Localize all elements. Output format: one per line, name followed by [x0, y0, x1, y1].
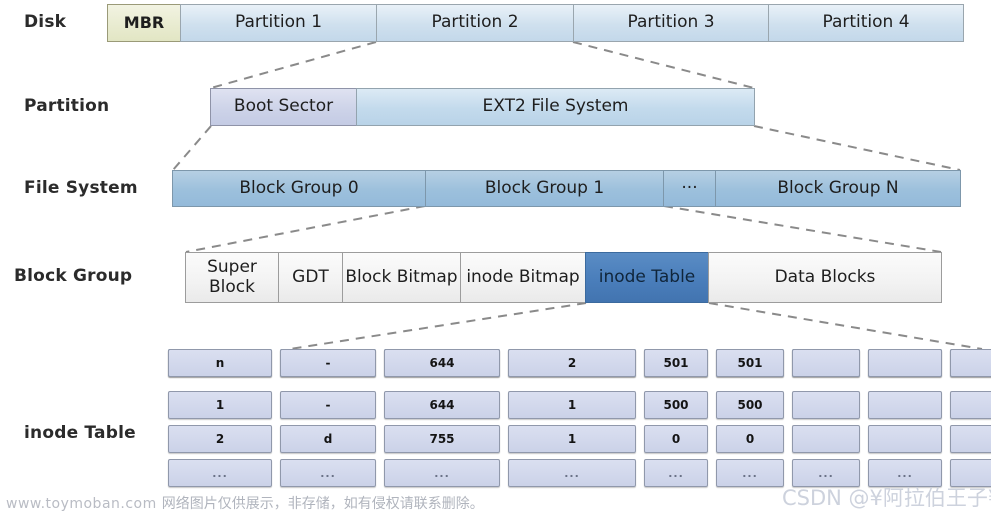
inode-table-cell: 501	[716, 349, 784, 377]
blockgroup-cell-inode-bitmap[interactable]: inode Bitmap	[460, 252, 586, 303]
disk-cell-partition-1[interactable]: Partition 1	[180, 4, 377, 42]
watermark-toymoban: www.toymoban.com 网络图片仅供展示，非存储，如有侵权请联系删除。	[6, 493, 484, 513]
row-label-partition: Partition	[24, 96, 110, 116]
diagram-canvas: Disk MBR Partition 1 Partition 2 Partiti…	[0, 0, 991, 516]
filesystem-cell-block-group-1[interactable]: Block Group 1	[425, 170, 664, 207]
connector-fs-to-blockgroup-right	[663, 205, 942, 253]
inode-table-cell	[868, 425, 942, 453]
connector-disk-to-partition-left	[210, 41, 377, 89]
filesystem-cell-ellipsis[interactable]: ···	[663, 170, 716, 207]
inode-table-cell	[868, 391, 942, 419]
inode-table-cell: d	[280, 425, 376, 453]
filesystem-cell-block-group-0[interactable]: Block Group 0	[172, 170, 426, 207]
inode-table-cell: ...	[168, 459, 272, 487]
watermark-toymoban-url: www.toymoban.com	[6, 496, 157, 512]
blockgroup-cell-block-bitmap[interactable]: Block Bitmap	[342, 252, 461, 303]
inode-table-cell: ...	[508, 459, 636, 487]
blockgroup-cell-data-blocks[interactable]: Data Blocks	[708, 252, 942, 303]
connector-partition-to-fs-left	[172, 125, 212, 171]
connector-blockgroup-to-inodetable-right	[708, 302, 983, 350]
inode-table-cell: ...	[384, 459, 500, 487]
inode-table-cell: ...	[644, 459, 708, 487]
inode-table-cell	[950, 349, 991, 377]
inode-table-cell: -	[280, 391, 376, 419]
inode-table-cell: 644	[384, 391, 500, 419]
inode-table-cell	[792, 391, 860, 419]
row-label-disk: Disk	[24, 12, 67, 32]
blockgroup-cell-super-block[interactable]: Super Block	[185, 252, 279, 303]
disk-cell-partition-3[interactable]: Partition 3	[573, 4, 769, 42]
row-label-inode-table: inode Table	[24, 423, 136, 443]
disk-cell-partition-4[interactable]: Partition 4	[768, 4, 964, 42]
inode-table-cell: 500	[644, 391, 708, 419]
inode-table-cell: 1	[508, 391, 636, 419]
connector-partition-to-fs-right	[753, 125, 961, 171]
inode-table-cell: ...	[280, 459, 376, 487]
row-label-file-system: File System	[24, 178, 138, 198]
watermark-toymoban-notice: 网络图片仅供展示，非存储，如有侵权请联系删除。	[161, 496, 484, 512]
connector-disk-to-partition-right	[572, 41, 755, 89]
filesystem-cell-block-group-n[interactable]: Block Group N	[715, 170, 961, 207]
inode-table-cell	[950, 391, 991, 419]
inode-table-cell	[792, 349, 860, 377]
inode-table-cell	[868, 349, 942, 377]
inode-table-cell: n	[168, 349, 272, 377]
inode-table-cell: ...	[716, 459, 784, 487]
inode-table-cell: 644	[384, 349, 500, 377]
inode-table-cell: -	[280, 349, 376, 377]
partition-cell-boot-sector[interactable]: Boot Sector	[210, 88, 357, 126]
connector-blockgroup-to-inodetable-left	[289, 302, 587, 350]
inode-table-cell: 0	[716, 425, 784, 453]
inode-table-cell: 2	[168, 425, 272, 453]
disk-cell-mbr[interactable]: MBR	[107, 4, 181, 42]
inode-table-cell: 2	[508, 349, 636, 377]
blockgroup-cell-gdt[interactable]: GDT	[278, 252, 343, 303]
inode-table-cell: 501	[644, 349, 708, 377]
inode-table-cell: 1	[508, 425, 636, 453]
row-label-block-group: Block Group	[14, 266, 133, 286]
connector-fs-to-blockgroup-left	[185, 205, 426, 253]
inode-table-cell: 755	[384, 425, 500, 453]
inode-table-cell: 500	[716, 391, 784, 419]
inode-table-cell: 1	[168, 391, 272, 419]
blockgroup-cell-inode-table[interactable]: inode Table	[585, 252, 709, 303]
inode-table-cell	[792, 425, 860, 453]
partition-cell-ext2-file-system[interactable]: EXT2 File System	[356, 88, 755, 126]
inode-table-cell: 0	[644, 425, 708, 453]
watermark-csdn: CSDN @¥阿拉伯王子¥	[782, 486, 991, 510]
inode-table-cell	[950, 425, 991, 453]
disk-cell-partition-2[interactable]: Partition 2	[376, 4, 574, 42]
